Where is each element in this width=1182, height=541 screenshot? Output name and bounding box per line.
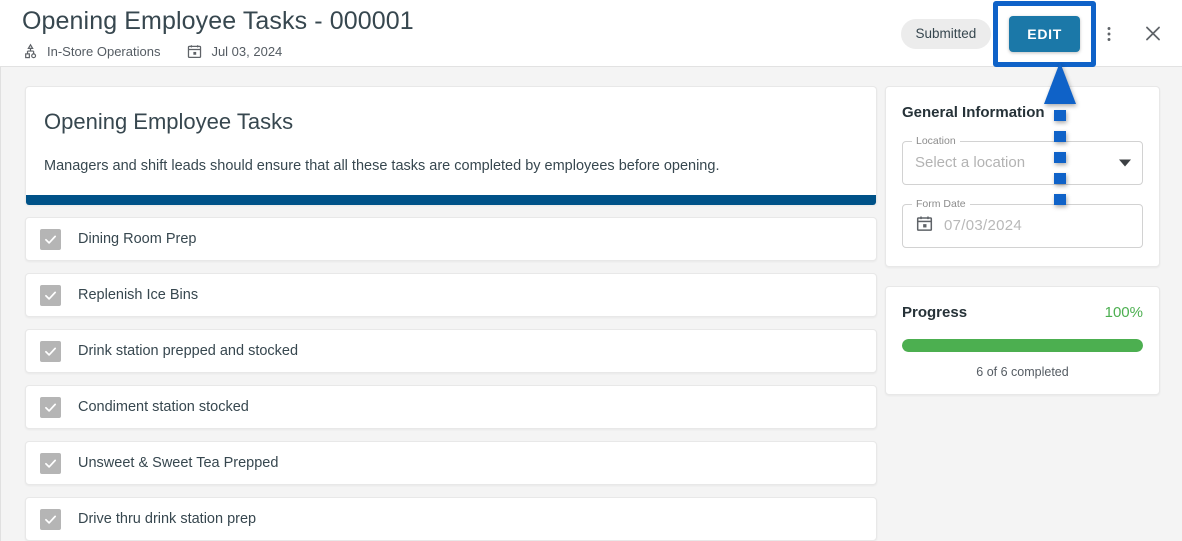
progress-percent: 100% — [1104, 304, 1143, 321]
task-row[interactable]: Unsweet & Sweet Tea Prepped — [25, 441, 877, 485]
form-description: Managers and shift leads should ensure t… — [44, 158, 720, 174]
form-date-value: 07/03/2024 — [944, 217, 1023, 234]
progress-bar-track — [902, 339, 1143, 352]
form-main-column: Opening Employee Tasks Managers and shif… — [25, 86, 877, 541]
header-left-group: Opening Employee Tasks - 000001 In-Store… — [22, 6, 414, 60]
general-information-card: General Information Location Select a lo… — [885, 86, 1160, 267]
progress-caption: 6 of 6 completed — [976, 365, 1069, 379]
page-title: Opening Employee Tasks - 000001 — [22, 7, 414, 35]
progress-header: Progress 100% — [902, 303, 1143, 322]
task-label: Drink station prepped and stocked — [78, 343, 299, 359]
task-label: Condiment station stocked — [78, 399, 249, 415]
task-row[interactable]: Replenish Ice Bins — [25, 273, 877, 317]
form-intro-card: Opening Employee Tasks Managers and shif… — [25, 86, 877, 205]
task-checkbox[interactable] — [40, 284, 61, 306]
form-title: Opening Employee Tasks — [44, 109, 294, 134]
meta-item-department: In-Store Operations — [22, 43, 160, 60]
task-checkbox[interactable] — [40, 396, 61, 418]
progress-card: Progress 100% 6 of 6 completed — [885, 286, 1160, 395]
breadcrumb: In-Store Operations Jul 03, 2024 — [22, 43, 414, 60]
calendar-icon — [186, 43, 203, 60]
task-row[interactable]: Drive thru drink station prep — [25, 497, 877, 541]
task-checkbox[interactable] — [40, 340, 61, 362]
progress-title: Progress — [902, 304, 968, 321]
location-select[interactable]: Location Select a location — [902, 135, 1143, 185]
form-date-field[interactable]: Form Date 07/03/2024 — [902, 198, 1143, 248]
task-checkbox[interactable] — [40, 508, 61, 530]
task-label: Drive thru drink station prep — [78, 511, 257, 527]
chevron-down-icon[interactable] — [1119, 159, 1131, 167]
task-checkbox[interactable] — [40, 452, 61, 474]
location-value: Select a location — [915, 154, 1026, 171]
page-body: Opening Employee Tasks Managers and shif… — [0, 67, 1182, 541]
page-header: Opening Employee Tasks - 000001 In-Store… — [0, 0, 1182, 67]
close-icon[interactable] — [1136, 17, 1170, 51]
form-accent-bar — [26, 195, 876, 205]
form-side-column: General Information Location Select a lo… — [885, 86, 1160, 395]
task-row[interactable]: Condiment station stocked — [25, 385, 877, 429]
status-badge: Submitted — [900, 18, 992, 49]
task-checkbox[interactable] — [40, 228, 61, 250]
more-vertical-icon[interactable] — [1092, 17, 1126, 51]
task-label: Replenish Ice Bins — [78, 287, 199, 303]
edit-button[interactable]: EDIT — [1009, 15, 1080, 52]
edit-button-wrapper: EDIT — [993, 0, 1096, 67]
general-information-title: General Information — [902, 104, 1045, 121]
task-row[interactable]: Drink station prepped and stocked — [25, 329, 877, 373]
calendar-icon[interactable] — [915, 214, 944, 238]
location-label: Location — [912, 135, 960, 148]
header-actions: Submitted EDIT — [900, 0, 1171, 67]
form-detail-screen: Opening Employee Tasks - 000001 In-Store… — [0, 0, 1182, 541]
progress-bar-fill — [902, 339, 1143, 352]
task-list: Dining Room Prep Replenish Ice Bins Drink … — [25, 217, 877, 541]
task-row[interactable]: Dining Room Prep — [25, 217, 877, 261]
hierarchy-icon — [22, 43, 39, 60]
meta-label-date: Jul 03, 2024 — [211, 44, 283, 59]
task-label: Unsweet & Sweet Tea Prepped — [78, 455, 279, 471]
task-label: Dining Room Prep — [78, 231, 197, 247]
form-date-label: Form Date — [912, 198, 970, 211]
meta-item-date: Jul 03, 2024 — [186, 43, 282, 60]
meta-label-department: In-Store Operations — [47, 44, 161, 59]
